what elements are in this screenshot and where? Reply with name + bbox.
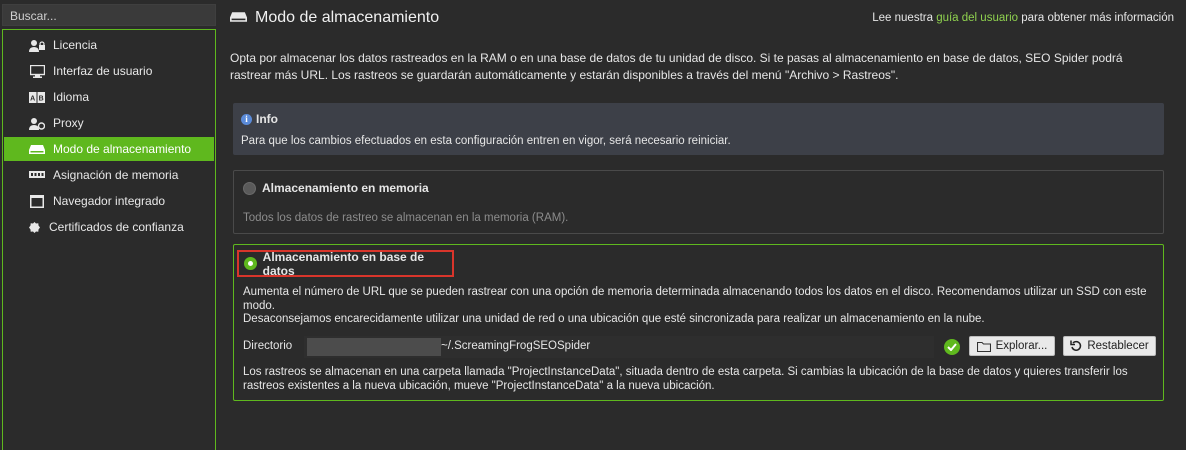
sidebar-item-label: Asignación de memoria: [53, 168, 179, 182]
user-guide-note: Lee nuestra guía del usuario para obtene…: [872, 12, 1174, 24]
sidebar-item-label: Proxy: [53, 116, 84, 130]
sidebar-item-label: Certificados de confianza: [49, 220, 184, 234]
database-storage-panel: Almacenamiento en base de datos Aumenta …: [233, 244, 1164, 401]
proxy-icon: [29, 116, 45, 130]
sidebar-item-navegador[interactable]: Navegador integrado: [4, 189, 214, 213]
folder-icon: [976, 341, 991, 352]
sidebar-item-label: Licencia: [53, 38, 98, 52]
browse-button[interactable]: Explorar...: [969, 336, 1055, 356]
sidebar-item-label: Navegador integrado: [53, 194, 166, 208]
page-header: Modo de almacenamiento: [230, 9, 439, 27]
info-body: Para que los cambios efectuados en esta …: [241, 135, 731, 147]
sidebar-item-interfaz[interactable]: Interfaz de usuario: [4, 59, 214, 83]
left-panel: Buscar... Licencia Interfaz de usuario A…: [0, 0, 218, 450]
sidebar-item-proxy[interactable]: Proxy: [4, 111, 214, 135]
reset-button[interactable]: Restablecer: [1063, 336, 1156, 356]
main-panel: Modo de almacenamiento Lee nuestra guía …: [218, 0, 1186, 450]
license-icon: [29, 38, 45, 52]
directory-label: Directorio: [243, 340, 293, 352]
browser-icon: [29, 194, 45, 208]
database-folder-note: Los rastreos se almacenan en una carpeta…: [243, 366, 1128, 392]
memory-storage-option[interactable]: Almacenamiento en memoria: [243, 181, 429, 195]
browse-label: Explorar...: [995, 340, 1048, 352]
info-header: i Info: [241, 112, 278, 126]
intro-text: Opta por almacenar los datos rastreados …: [230, 51, 1123, 82]
storage-icon: [230, 11, 247, 26]
info-title: Info: [256, 112, 278, 126]
monitor-icon: [29, 64, 45, 78]
sidebar-item-label: Idioma: [53, 90, 90, 104]
page-title: Modo de almacenamiento: [255, 9, 440, 26]
sidebar-item-label: Interfaz de usuario: [53, 64, 153, 78]
database-storage-option[interactable]: Almacenamiento en base de datos: [237, 249, 454, 278]
description-line-1: Aumenta el número de URL que se pueden r…: [243, 286, 1147, 312]
memory-storage-description: Todos los datos de rastreo se almacenan …: [243, 212, 569, 224]
settings-nav: Licencia Interfaz de usuario AB Idioma P…: [2, 29, 216, 450]
valid-check-icon: [944, 339, 960, 355]
database-storage-description: Aumenta el número de URL que se pueden r…: [243, 286, 1148, 327]
memory-storage-label: Almacenamiento en memoria: [262, 181, 429, 195]
memory-storage-panel: Almacenamiento en memoria Todos los dato…: [233, 170, 1164, 234]
sidebar-item-licencia[interactable]: Licencia: [4, 33, 214, 57]
sidebar-item-almacenamiento[interactable]: Modo de almacenamiento: [4, 137, 214, 161]
user-guide-link[interactable]: guía del usuario: [936, 12, 1018, 24]
memory-storage-radio[interactable]: [243, 181, 256, 195]
svg-text:A: A: [30, 95, 35, 102]
directory-field[interactable]: ~/.ScreamingFrogSEOSpider: [304, 336, 934, 358]
database-storage-label: Almacenamiento en base de datos: [262, 249, 425, 278]
sidebar-item-idioma[interactable]: AB Idioma: [4, 85, 214, 109]
guide-prefix: Lee nuestra: [872, 12, 937, 24]
memory-icon: [29, 168, 45, 182]
svg-text:B: B: [39, 95, 44, 102]
reset-icon: [1070, 340, 1082, 352]
search-input[interactable]: Buscar...: [2, 4, 216, 26]
info-box: i Info Para que los cambios efectuados e…: [233, 103, 1164, 155]
info-icon: i: [241, 113, 252, 125]
sidebar-item-memoria[interactable]: Asignación de memoria: [4, 163, 214, 187]
directory-value: ~/.ScreamingFrogSEOSpider: [441, 340, 591, 352]
sidebar-item-label: Modo de almacenamiento: [53, 142, 192, 156]
sidebar-item-certificados[interactable]: Certificados de confianza: [4, 215, 214, 239]
reset-label: Restablecer: [1087, 340, 1149, 352]
redacted-path: [307, 338, 441, 356]
certificate-icon: [26, 220, 42, 234]
description-line-2: Desaconsejamos encarecidamente utilizar …: [243, 313, 985, 325]
storage-icon: [29, 142, 45, 156]
guide-suffix: para obtener más información: [1018, 12, 1174, 24]
language-icon: AB: [29, 90, 45, 104]
database-storage-radio[interactable]: [244, 257, 257, 270]
